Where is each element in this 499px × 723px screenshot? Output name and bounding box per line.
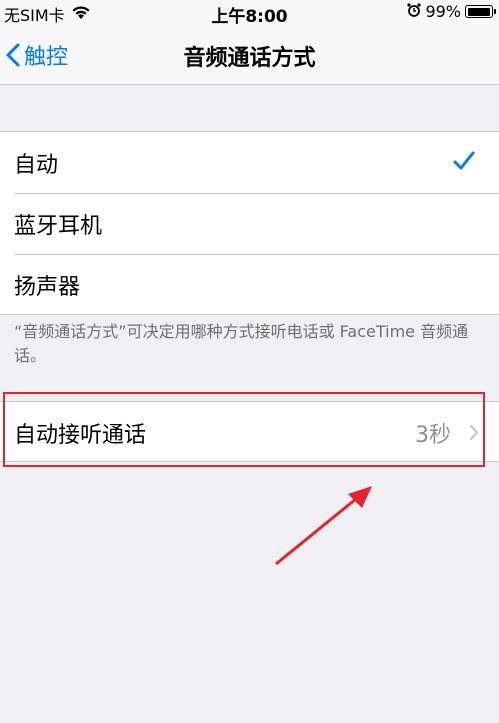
route-options-group: 自动 蓝牙耳机 扬声器	[0, 131, 499, 315]
status-bar: 无SIM卡 上午8:00 99%	[0, 0, 499, 27]
route-option-auto[interactable]: 自动	[0, 132, 499, 193]
route-option-bluetooth[interactable]: 蓝牙耳机	[0, 193, 499, 254]
page-title: 音频通话方式	[183, 46, 316, 71]
alarm-icon	[407, 2, 422, 21]
battery-percent: 99%	[425, 2, 461, 21]
audio-call-routing-screen: 无SIM卡 上午8:00 99% 触控 音频通话方式 自动 蓝牙耳机 扬声器 “…	[0, 0, 499, 723]
annotation-arrow-icon	[275, 486, 372, 566]
route-option-label: 扬声器	[14, 274, 81, 300]
battery-cap	[494, 9, 496, 14]
route-option-speaker[interactable]: 扬声器	[0, 254, 499, 315]
battery-icon	[465, 5, 496, 18]
battery-fill	[467, 7, 490, 16]
route-option-label: 蓝牙耳机	[14, 213, 103, 239]
status-right: 99%	[407, 2, 496, 21]
navigation-bar: 触控 音频通话方式	[0, 24, 499, 85]
route-footer-note: “音频通话方式”可决定用哪种方式接听电话或 FaceTime 音频通话。	[14, 322, 469, 365]
route-option-label: 自动	[14, 152, 59, 178]
checkmark-icon	[453, 151, 475, 170]
highlight-box	[3, 392, 485, 467]
